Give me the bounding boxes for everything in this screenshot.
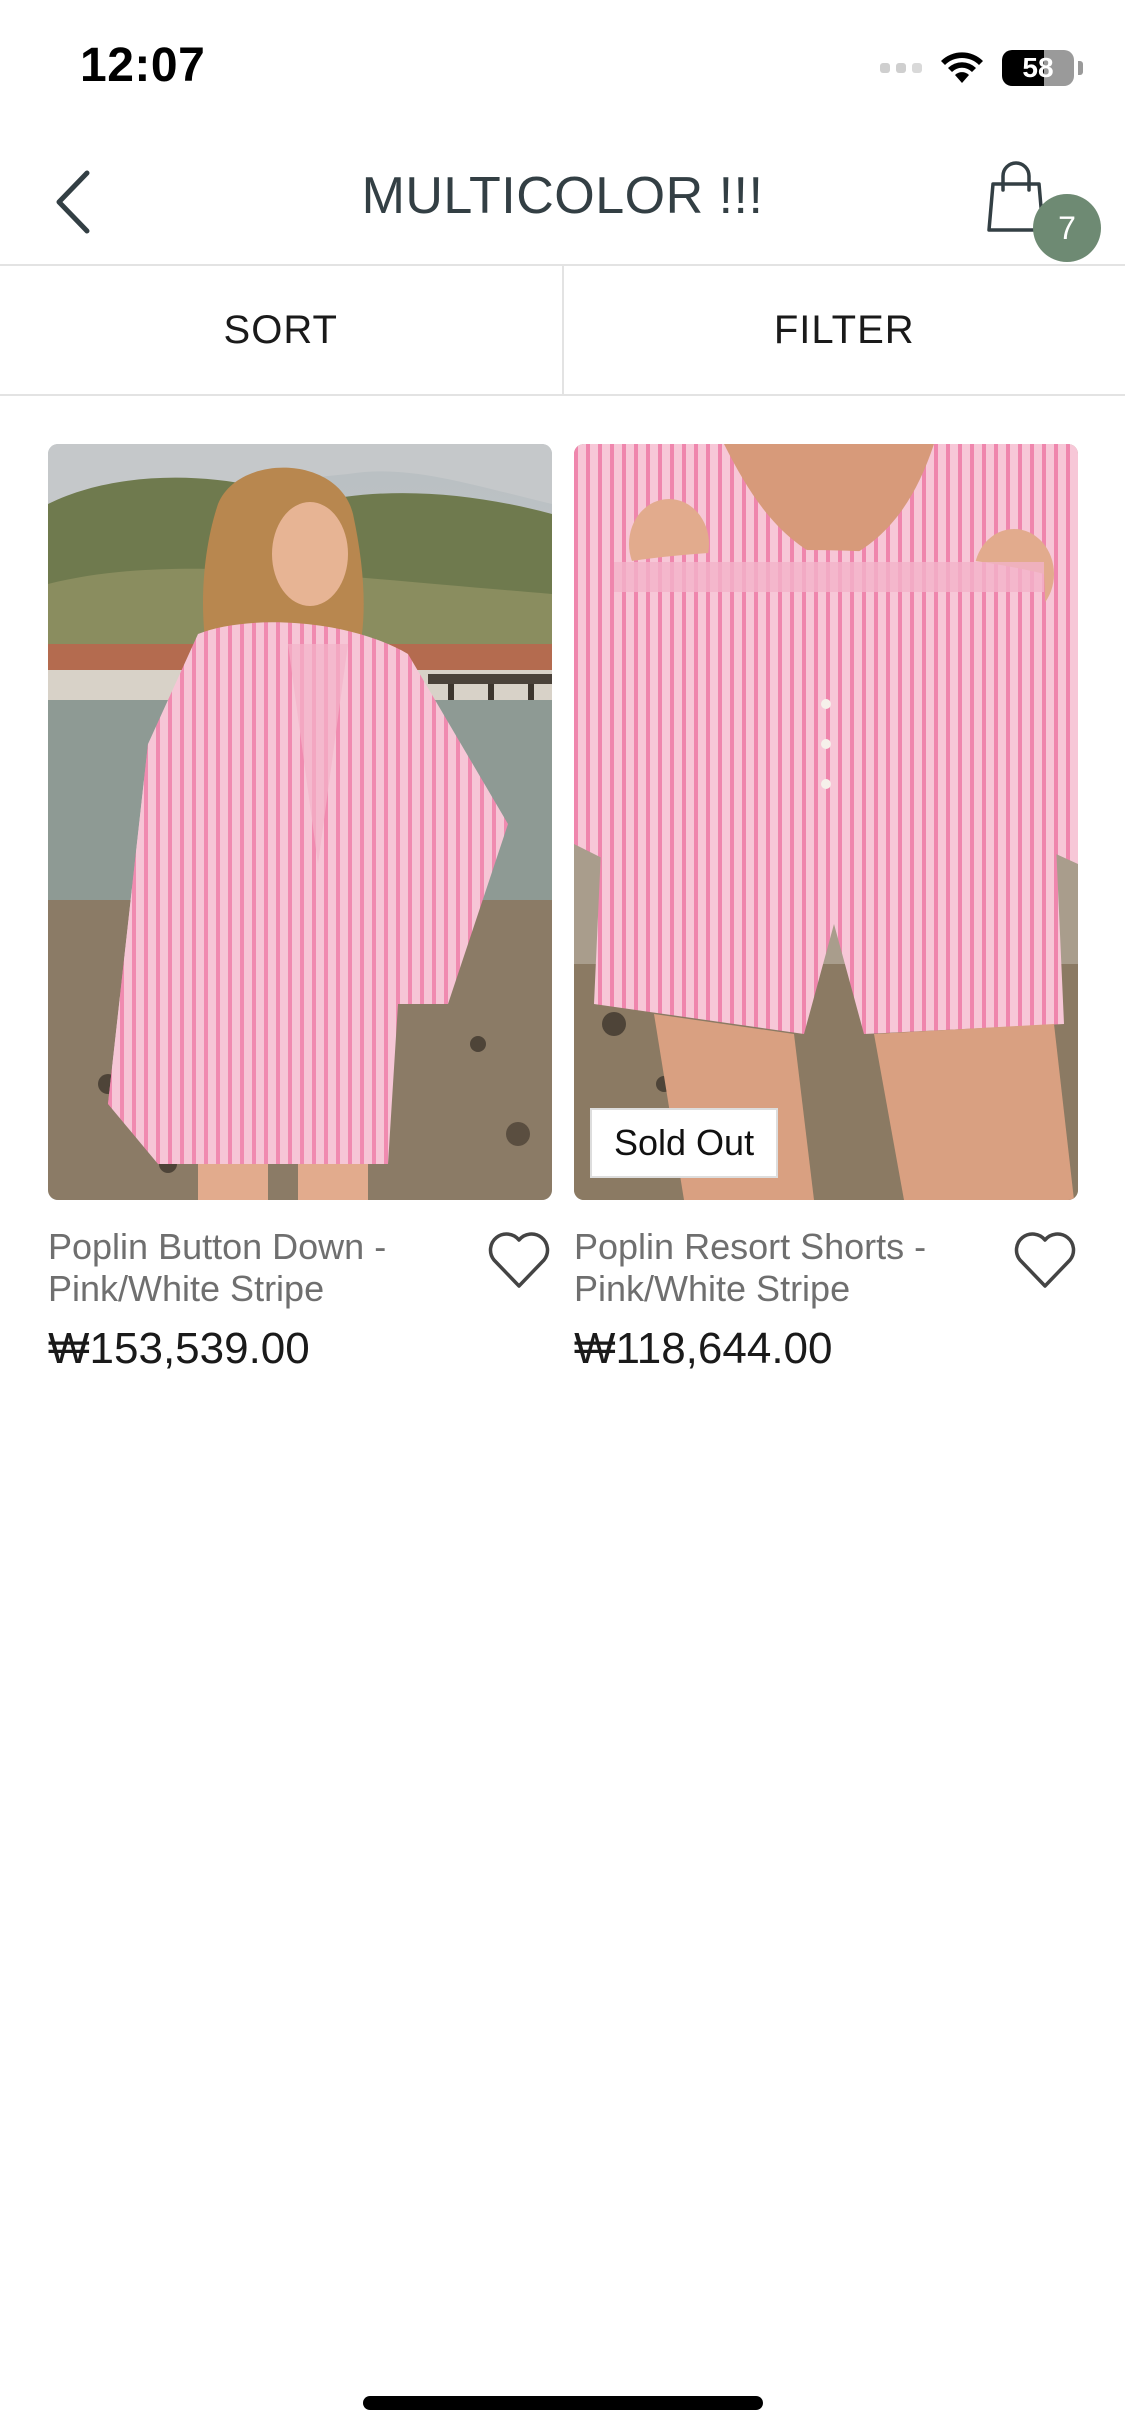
cellular-signal-icon (880, 63, 922, 73)
product-list-screen: 12:07 58 MULTICOLOR !!! 7 SORT FILTER Po… (0, 0, 1125, 2436)
battery-cap (1078, 61, 1083, 75)
wifi-icon (941, 52, 983, 83)
product-card[interactable]: Sold Out Poplin Resort Shorts - Pink/Whi… (574, 444, 1078, 1374)
wishlist-button[interactable] (486, 1228, 552, 1290)
heart-outline-icon (488, 1232, 550, 1288)
page-title: MULTICOLOR !!! (361, 167, 764, 225)
filter-button[interactable]: FILTER (561, 266, 1125, 394)
product-price: ₩118,644.00 (574, 1324, 833, 1373)
home-indicator[interactable] (363, 2396, 763, 2410)
status-bar: 12:07 58 (0, 0, 1125, 132)
header: MULTICOLOR !!! 7 (0, 132, 1125, 266)
product-image[interactable]: Sold Out (574, 444, 1078, 1200)
product-name[interactable]: Poplin Resort Shorts - Pink/White Stripe (574, 1226, 994, 1310)
sold-out-badge: Sold Out (590, 1108, 779, 1178)
product-name[interactable]: Poplin Button Down - Pink/White Stripe (48, 1226, 468, 1310)
heart-outline-icon (1014, 1232, 1076, 1288)
sort-filter-bar: SORT FILTER (0, 266, 1125, 396)
product-price: ₩153,539.00 (48, 1324, 310, 1373)
product-info: Poplin Button Down - Pink/White Stripe ₩… (48, 1200, 552, 1374)
sort-button[interactable]: SORT (0, 266, 562, 394)
wishlist-button[interactable] (1012, 1228, 1078, 1290)
cart-button[interactable]: 7 (965, 152, 1101, 262)
product-info: Poplin Resort Shorts - Pink/White Stripe… (574, 1200, 1078, 1374)
product-grid: Poplin Button Down - Pink/White Stripe ₩… (48, 444, 1078, 1374)
product-image[interactable] (48, 444, 552, 1200)
battery-level: 58 (1022, 52, 1054, 83)
product-card[interactable]: Poplin Button Down - Pink/White Stripe ₩… (48, 444, 552, 1374)
status-icons: 58 (880, 48, 1083, 88)
battery-icon: 58 (1002, 50, 1074, 86)
cart-count-badge: 7 (1033, 194, 1101, 262)
status-time: 12:07 (80, 39, 206, 92)
